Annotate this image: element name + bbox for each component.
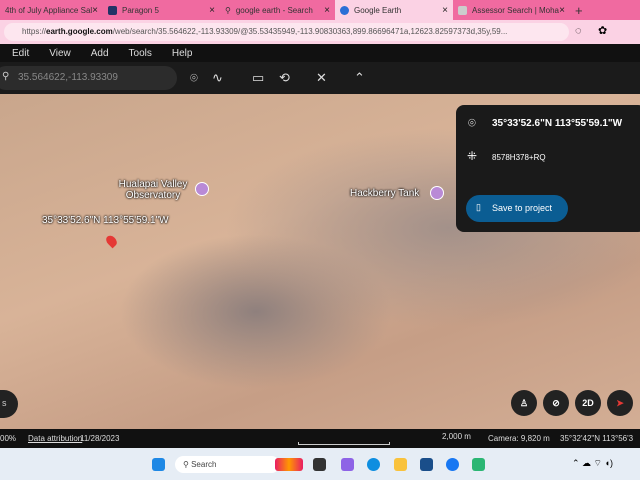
toggle-2d-button[interactable]: 2D	[575, 390, 601, 416]
menu-tools[interactable]: Tools	[129, 48, 152, 59]
poi-tank-icon[interactable]	[430, 186, 444, 200]
camera-altitude: Camera: 9,820 m	[488, 434, 550, 443]
search-icon: ⚲	[225, 5, 231, 15]
scale-label: 2,000 m	[442, 432, 471, 441]
close-icon[interactable]: ×	[559, 5, 565, 16]
poi-observatory-icon[interactable]	[195, 182, 209, 196]
google-earth-icon	[340, 5, 349, 15]
street-view-button[interactable]: ♙	[511, 390, 537, 416]
plus-code-icon: ⁜	[467, 149, 478, 163]
url-prefix: https://	[22, 27, 47, 36]
panel-coords: 35°33'52.6"N 113°55'59.1"W	[492, 118, 623, 129]
zoom-level: 00%	[0, 434, 17, 443]
tab-title: Google Earth	[354, 5, 402, 15]
windows-start-icon[interactable]	[152, 458, 165, 471]
label-pin-coords: 35°33'52.6"N 113°55'59.1"W	[42, 215, 169, 226]
tab-title: google earth - Search	[235, 5, 313, 15]
close-icon[interactable]: ×	[442, 5, 448, 16]
layers-button[interactable]: s	[0, 390, 18, 418]
widget-icon[interactable]	[275, 458, 303, 471]
address-bar[interactable]: https://earth.google.com/web/search/35.5…	[4, 23, 569, 41]
tab-title: Assessor Search | Moha	[472, 5, 560, 15]
placemark-icon[interactable]: ⌾	[190, 70, 198, 86]
scale-bar	[298, 442, 390, 445]
close-icon[interactable]: ×	[92, 5, 98, 16]
label-hackberry-tank[interactable]: Hackberry Tank	[350, 188, 419, 199]
assessor-icon	[458, 5, 467, 15]
close-icon[interactable]: ×	[324, 5, 330, 16]
paragon-icon	[108, 5, 117, 15]
label-hualapai-observatory[interactable]: Hualapai Valley Observatory	[108, 179, 198, 201]
history-icon[interactable]: ⟲	[279, 70, 290, 86]
map-pin-icon[interactable]	[104, 233, 119, 249]
imagery-date: 11/28/2023	[80, 434, 120, 443]
path-icon[interactable]: ∿	[212, 70, 223, 86]
task-view-icon[interactable]	[313, 458, 326, 471]
url-domain: earth.google.com	[46, 27, 113, 36]
tab-title: 4th of July Appliance Sal	[5, 5, 93, 15]
search-input[interactable]: ⚲ 35.564622,-113.93309	[0, 66, 177, 90]
system-tray-icons[interactable]: ⌃ ☁ ⌔ ◖)	[572, 458, 613, 469]
cursor-coords: 35°32'42"N 113°56'3	[560, 434, 634, 443]
cloud-upload-icon[interactable]	[472, 458, 485, 471]
status-bar: 00% Data attribution 11/28/2023 2,000 m …	[0, 429, 640, 448]
store-icon[interactable]	[420, 458, 433, 471]
ruler-icon[interactable]: ▭	[252, 70, 264, 86]
menu-bar: Edit View Add Tools Help	[0, 44, 640, 62]
toolbar: ⚲ 35.564622,-113.93309 ⌾ ∿ ▭ ⟲ ✕ ⌃	[0, 62, 640, 94]
menu-add[interactable]: Add	[91, 48, 109, 59]
search-icon: ⚲	[2, 71, 10, 82]
tab-appliance[interactable]: 4th of July Appliance Sal ×	[0, 0, 103, 20]
place-panel: ⌾ 35°33'52.6"N 113°55'59.1"W ⁜ 8578H378+…	[456, 105, 640, 232]
plus-code: 8578H378+RQ	[492, 153, 546, 162]
file-explorer-icon[interactable]	[394, 458, 407, 471]
taskbar-search[interactable]: ⚲ Search	[175, 456, 280, 473]
menu-help[interactable]: Help	[172, 48, 193, 59]
collapse-icon[interactable]: ⌃	[354, 70, 365, 86]
save-label: Save to project	[492, 203, 553, 213]
compass-icon[interactable]: ➤	[607, 390, 633, 416]
data-attribution-link[interactable]: Data attribution	[28, 434, 82, 443]
search-icon: ⚲	[183, 460, 192, 469]
taskbar: ⚲ Search ⌃ ☁ ⌔ ◖)	[0, 448, 640, 480]
new-tab-button[interactable]: +	[570, 0, 590, 20]
facebook-icon[interactable]	[446, 458, 459, 471]
tab-assessor[interactable]: Assessor Search | Moha ×	[453, 0, 570, 20]
tools-icon[interactable]: ✕	[316, 70, 327, 86]
menu-edit[interactable]: Edit	[12, 48, 29, 59]
taskbar-search-label: Search	[191, 460, 217, 469]
url-path: /web/search/35.564622,-113.93309/@35.534…	[112, 27, 508, 36]
extensions-icon[interactable]: ✿	[598, 24, 607, 37]
tab-bing-search[interactable]: ⚲ google earth - Search ×	[220, 0, 335, 20]
rotate-view-button[interactable]: ⊘	[543, 390, 569, 416]
save-to-project-button[interactable]: ▯ Save to project	[466, 195, 568, 222]
search-value: 35.564622,-113.93309	[18, 72, 118, 83]
location-icon: ⌾	[468, 115, 476, 130]
tab-bar: 4th of July Appliance Sal × Paragon 5 × ⚲ g…	[0, 0, 640, 20]
edge-icon[interactable]	[367, 458, 380, 471]
browser-settings-icon[interactable]: ◌	[575, 25, 582, 37]
copilot-icon[interactable]	[341, 458, 354, 471]
address-bar-row: https://earth.google.com/web/search/35.5…	[0, 20, 640, 44]
tab-google-earth[interactable]: Google Earth ×	[335, 0, 453, 20]
tab-paragon[interactable]: Paragon 5 ×	[103, 0, 220, 20]
menu-view[interactable]: View	[49, 48, 71, 59]
close-icon[interactable]: ×	[209, 5, 215, 16]
tab-title: Paragon 5	[122, 5, 159, 15]
bookmark-icon: ▯	[476, 202, 481, 212]
